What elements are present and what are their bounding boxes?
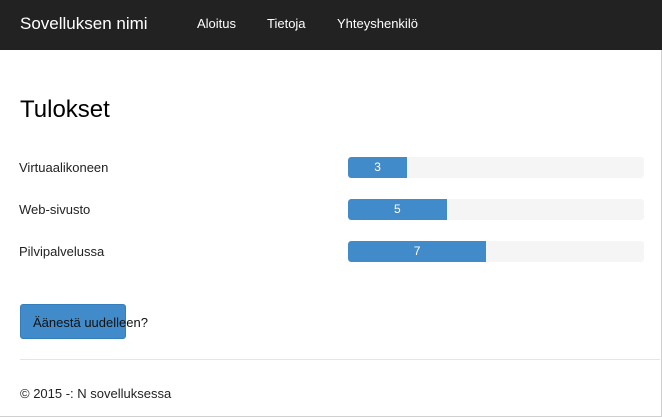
footer-divider: [20, 359, 660, 360]
progress-bar: 3: [348, 157, 408, 178]
result-label: Virtuaalikoneen: [19, 160, 109, 175]
result-row: Virtuaalikoneen 3: [0, 157, 662, 179]
nav-item-yhteyshenkilo[interactable]: Yhteyshenkilö: [337, 16, 418, 32]
progress-value: 3: [374, 160, 381, 174]
result-label: Pilvipalvelussa: [19, 244, 105, 259]
result-label: Web-sivusto: [19, 202, 91, 217]
app-window: Sovelluksen nimi Aloitus Tietoja Yhteysh…: [0, 0, 662, 417]
progress-value: 7: [413, 244, 421, 258]
nav-item-tietoja[interactable]: Tietoja: [267, 16, 306, 32]
page-title: Tulokset: [20, 96, 110, 123]
footer-text: © 2015 -: N sovelluksessa: [20, 386, 172, 401]
nav-item-aloitus[interactable]: Aloitus: [197, 16, 236, 32]
progress-bar: 7: [348, 241, 487, 262]
result-row: Web-sivusto 5: [0, 199, 662, 221]
progress-track: 5: [348, 199, 644, 220]
brand-link[interactable]: Sovelluksen nimi: [20, 14, 148, 34]
result-row: Pilvipalvelussa 7: [0, 241, 662, 263]
vote-again-label[interactable]: Äänestä uudelleen?: [33, 315, 148, 331]
progress-value: 5: [393, 202, 401, 216]
navbar: Sovelluksen nimi Aloitus Tietoja Yhteysh…: [0, 0, 662, 50]
progress-track: 3: [348, 157, 644, 178]
progress-track: 7: [348, 241, 644, 262]
progress-bar: 5: [348, 199, 447, 220]
